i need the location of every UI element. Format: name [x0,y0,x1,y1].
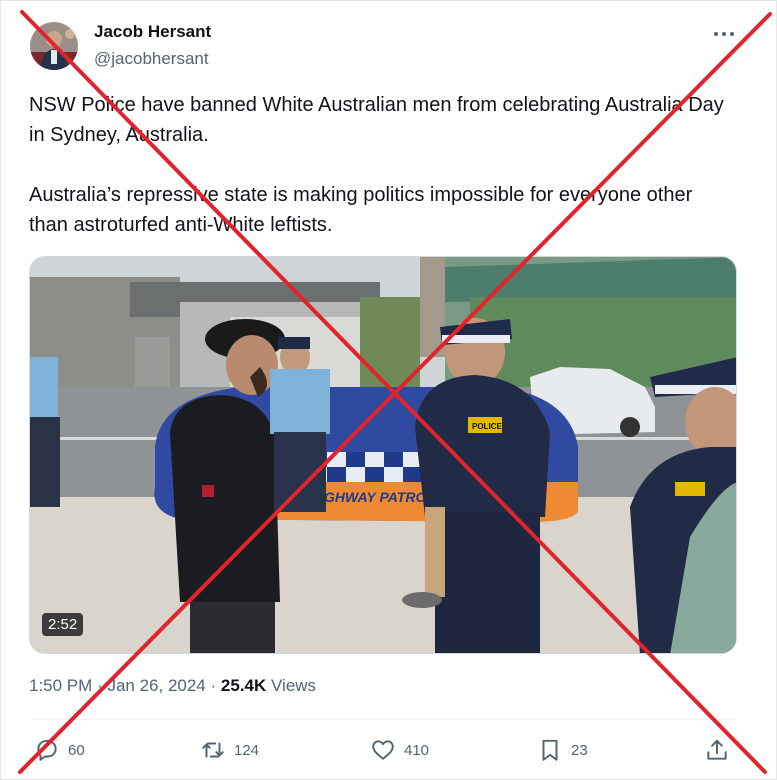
tweet-meta: 1:50 PM · Jan 26, 2024 · 25.4K Views [29,676,316,696]
vehicle-text: HIGHWAY PATROL [310,489,435,505]
tweet-time[interactable]: 1:50 PM [29,676,92,695]
reply-icon [37,739,57,761]
reply-button[interactable]: 60 [34,735,85,765]
divider [29,719,737,720]
like-button[interactable]: 410 [370,735,429,765]
author-name[interactable]: Jacob Hersant [94,22,211,42]
meta-separator: · [97,676,103,695]
more-icon[interactable] [712,26,738,42]
views-count: 25.4K [220,676,267,695]
like-icon [372,740,394,760]
tweet-text: NSW Police have banned White Australian … [29,90,729,270]
avatar-image [30,22,78,70]
bookmark-button[interactable]: 23 [537,735,588,765]
reply-count: 60 [68,741,85,759]
vest-text: POLICE [472,422,502,431]
repost-count: 124 [234,741,260,759]
tweet-paragraph: NSW Police have banned White Australian … [29,94,724,146]
tweet-paragraph: Australia’s repressive state is making p… [29,184,693,236]
avatar[interactable] [30,22,78,70]
bookmark-count: 23 [571,741,588,759]
like-count: 410 [404,741,430,759]
video-player[interactable]: HIGHWAY PATROL POLICE [29,256,737,654]
repost-button[interactable]: 124 [200,735,259,765]
views-label: Views [271,676,317,695]
bookmark-icon [542,739,558,761]
share-icon [707,739,727,760]
tweet-date[interactable]: Jan 26, 2024 [107,676,205,695]
meta-separator: · [210,676,217,695]
share-button[interactable] [704,735,738,765]
repost-icon [202,742,224,758]
video-thumbnail: HIGHWAY PATROL POLICE [30,257,736,653]
video-duration: 2:52 [42,613,84,636]
author-handle[interactable]: @jacobhersant [94,49,209,69]
